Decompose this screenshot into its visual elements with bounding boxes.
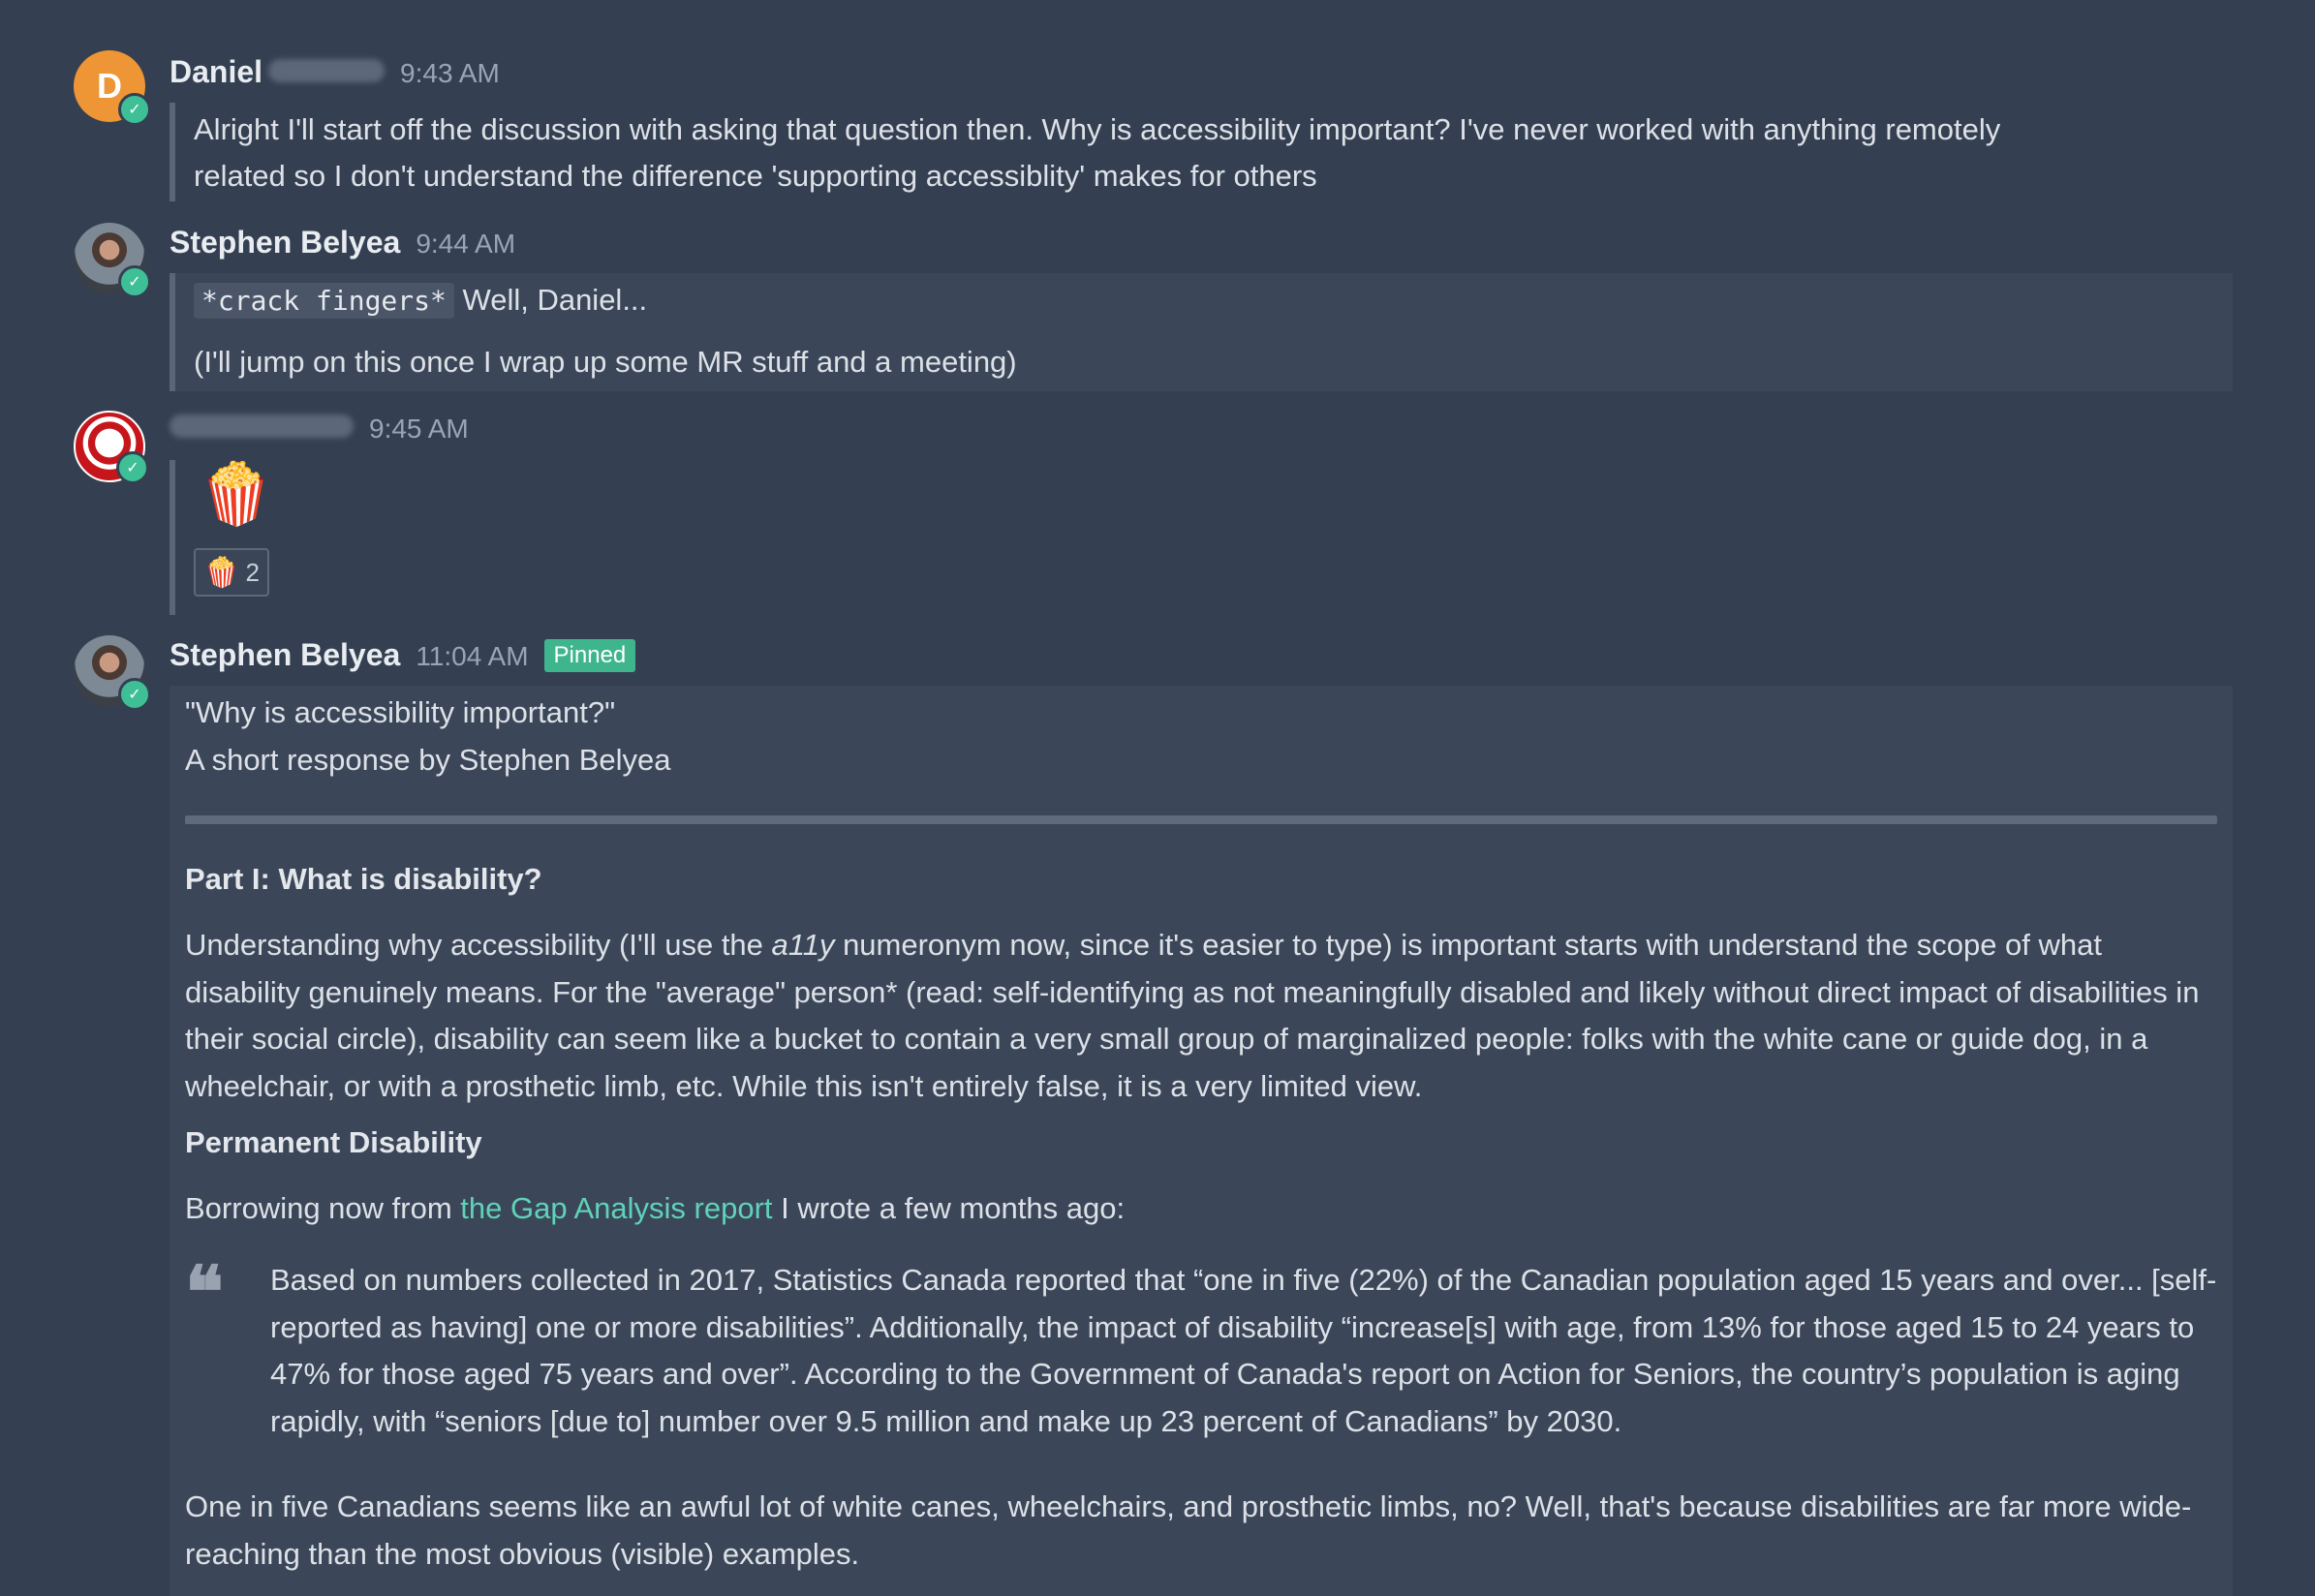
paragraph-text: Borrowing now from the Gap Analysis repo… (185, 1185, 2217, 1233)
message-header: Stephen Belyea 11:04 AM Pinned (170, 637, 636, 673)
subheading: Permanent Disability (185, 1125, 482, 1159)
horizontal-rule (185, 815, 2217, 824)
message-quote-bar (170, 460, 175, 615)
avatar-daniel[interactable]: D ✓ (74, 50, 151, 126)
author-name[interactable]: Stephen Belyea (170, 225, 400, 261)
popcorn-reaction-icon: 🍿 (203, 556, 240, 589)
redacted-author-name (170, 414, 354, 438)
timestamp[interactable]: 9:45 AM (369, 414, 469, 445)
author-name[interactable]: Daniel (170, 54, 262, 90)
blockquote-text: Based on numbers collected in 2017, Stat… (270, 1263, 2217, 1438)
subheading-block: Permanent Disability (185, 1125, 2217, 1160)
inline-code: *crack fingers* (194, 283, 454, 319)
message-header: Stephen Belyea 9:44 AM (170, 225, 515, 261)
reaction-count: 2 (245, 557, 260, 587)
message-text: Alright I'll start off the discussion wi… (194, 107, 2000, 200)
borrow-paragraph: Borrowing now from the Gap Analysis repo… (185, 1185, 2217, 1233)
paragraph-1: Understanding why accessibility (I'll us… (185, 922, 2217, 1110)
message-line-2: (I'll jump on this once I wrap up some M… (194, 345, 1017, 379)
avatar-stephen[interactable]: ✓ (74, 223, 151, 298)
pinned-post-body: "Why is accessibility important?" A shor… (170, 686, 2233, 1596)
paragraph-text-a: Understanding why accessibility (I'll us… (185, 928, 772, 962)
verified-check-icon: ✓ (116, 451, 149, 484)
verified-check-icon: ✓ (118, 265, 151, 298)
paragraph-text: One in five Canadians seems like an awfu… (185, 1489, 2192, 1571)
popcorn-emoji: 🍿 (199, 461, 274, 528)
timestamp[interactable]: 11:04 AM (416, 641, 528, 672)
quote-mark-icon: ❝ (185, 1251, 224, 1335)
gap-analysis-link[interactable]: the Gap Analysis report (460, 1191, 772, 1225)
author-name[interactable]: Stephen Belyea (170, 637, 400, 673)
message-line: Alright I'll start off the discussion wi… (194, 112, 2001, 146)
reaction-button[interactable]: 🍿 2 (194, 548, 269, 597)
message-quote-bar (170, 273, 175, 391)
message-line: related so I don't understand the differ… (194, 159, 1317, 193)
message-header: 9:45 AM (170, 414, 469, 445)
verified-check-icon: ✓ (118, 93, 151, 126)
chat-log: D ✓ Daniel 9:43 AM Alright I'll start of… (0, 0, 2315, 1596)
timestamp[interactable]: 9:43 AM (400, 58, 500, 89)
message-text: Well, Daniel... (462, 283, 648, 317)
paragraph-text: Understanding why accessibility (I'll us… (185, 922, 2217, 1110)
message-line-1: *crack fingers* Well, Daniel... (194, 277, 647, 324)
blockquote: Based on numbers collected in 2017, Stat… (270, 1257, 2217, 1445)
message-quote-bar (170, 103, 175, 201)
part-heading: Part I: What is disability? (185, 862, 542, 896)
post-title-block: "Why is accessibility important?" A shor… (185, 690, 2217, 783)
post-subtitle: A short response by Stephen Belyea (185, 742, 671, 777)
avatar-stephen[interactable]: ✓ (74, 635, 151, 711)
timestamp[interactable]: 9:44 AM (416, 229, 515, 260)
message-header: Daniel 9:43 AM (170, 54, 500, 90)
part-heading-block: Part I: What is disability? (185, 862, 2217, 897)
closing-paragraph: One in five Canadians seems like an awfu… (185, 1484, 2217, 1578)
numeronym-emphasis: a11y (771, 928, 835, 962)
verified-check-icon: ✓ (118, 678, 151, 711)
borrow-text-a: Borrowing now from (185, 1191, 461, 1225)
avatar-redacted-user[interactable]: ✓ (74, 411, 149, 484)
pinned-badge: Pinned (543, 638, 636, 672)
post-title: "Why is accessibility important?" (185, 695, 616, 729)
avatar-initial: D (97, 66, 122, 106)
redacted-surname (268, 59, 386, 82)
borrow-text-b: I wrote a few months ago: (772, 1191, 1126, 1225)
